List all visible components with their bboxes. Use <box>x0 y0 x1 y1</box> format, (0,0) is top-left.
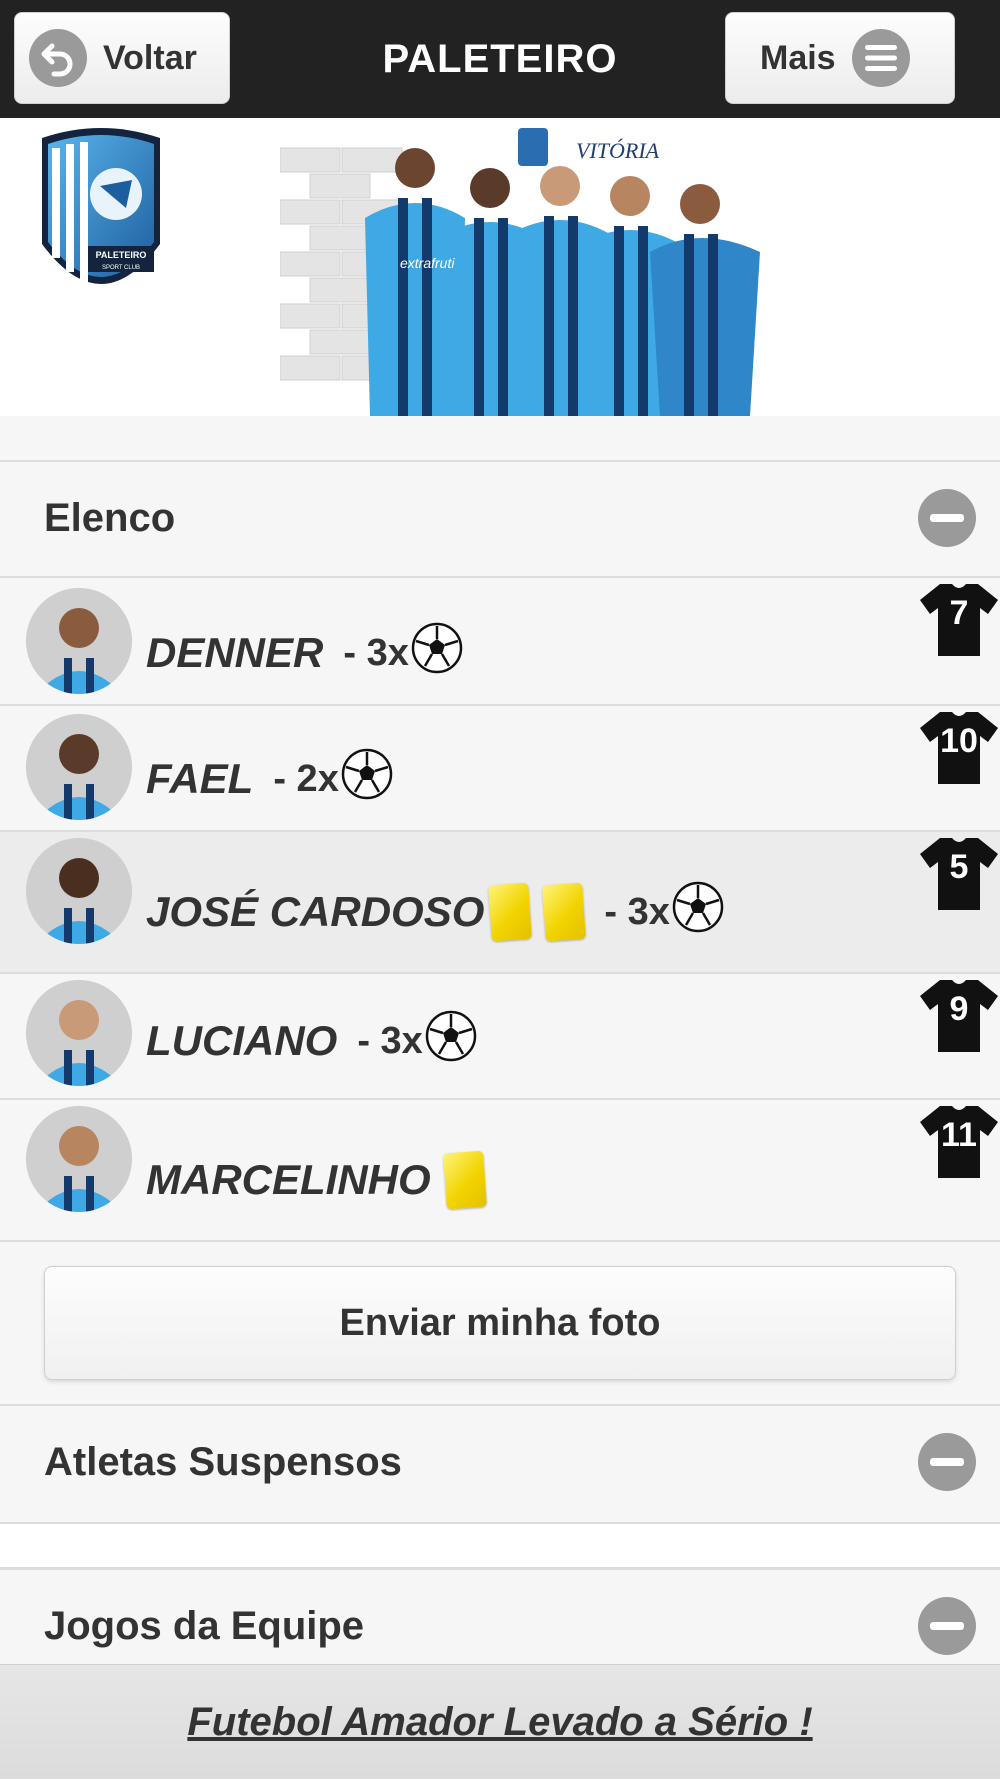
section-suspensos-title: Atletas Suspensos <box>44 1439 402 1484</box>
section-elenco-title: Elenco <box>44 495 176 540</box>
player-goals: - 3x <box>343 631 409 674</box>
menu-icon <box>851 29 910 87</box>
jersey-number: 9 <box>949 990 969 1028</box>
player-avatar <box>26 980 132 1086</box>
jersey-number: 10 <box>940 722 978 760</box>
collapse-suspensos-icon[interactable] <box>918 1433 976 1491</box>
jersey-number: 5 <box>949 848 969 886</box>
yellow-card-icon <box>542 882 587 942</box>
team-crest-logo: PALETEIRO SPORT CLUB <box>42 128 160 284</box>
jersey-number: 7 <box>949 594 969 632</box>
more-label: Mais <box>760 38 836 77</box>
yellow-card-icon <box>488 882 533 942</box>
player-goals: - 3x <box>357 1019 423 1062</box>
player-row[interactable]: JOSÉ CARDOSO - 3x 5 <box>0 830 1000 972</box>
section-elenco[interactable]: Elenco <box>0 460 1000 576</box>
svg-text:extrafruti: extrafruti <box>400 255 455 271</box>
section-suspensos[interactable]: Atletas Suspensos <box>0 1404 1000 1522</box>
jersey-number: 11 <box>941 1116 977 1154</box>
more-button[interactable]: Mais <box>725 12 955 104</box>
footer-bar: Futebol Amador Levado a Sério ! <box>0 1664 1000 1779</box>
svg-text:SPORT CLUB: SPORT CLUB <box>102 265 140 271</box>
player-avatar <box>26 838 132 944</box>
section-jogos-title: Jogos da Equipe <box>44 1603 365 1648</box>
soccer-ball-icon <box>341 748 393 810</box>
collapse-jogos-icon[interactable] <box>918 1597 976 1655</box>
collapse-elenco-icon[interactable] <box>918 489 976 547</box>
send-photo-button[interactable]: Enviar minha foto <box>44 1266 956 1380</box>
player-goals: - 3x <box>604 890 670 933</box>
player-row[interactable]: DENNER - 3x 7 <box>0 576 1000 704</box>
player-avatar <box>26 1106 132 1212</box>
player-avatar <box>26 714 132 820</box>
player-name: DENNER <box>146 629 324 676</box>
player-goals: - 2x <box>273 757 339 800</box>
player-name: LUCIANO <box>146 1017 338 1064</box>
send-photo-area: Enviar minha foto <box>0 1240 1000 1406</box>
player-avatar <box>26 588 132 694</box>
spacer <box>0 416 1000 460</box>
player-row[interactable]: FAEL - 2x 10 <box>0 704 1000 830</box>
soccer-ball-icon <box>672 881 724 943</box>
app-header: Voltar PALETEIRO Mais <box>0 0 1000 118</box>
player-name: JOSÉ CARDOSO <box>146 888 485 935</box>
team-banner: PALETEIRO SPORT CLUB VITÓRIA extrafruti <box>0 118 1000 416</box>
soccer-ball-icon <box>425 1010 477 1072</box>
svg-text:PALETEIRO: PALETEIRO <box>96 250 147 260</box>
footer-link[interactable]: Futebol Amador Levado a Sério ! <box>187 1700 812 1745</box>
svg-text:VITÓRIA: VITÓRIA <box>576 138 660 163</box>
suspensos-content <box>0 1522 1000 1570</box>
team-photo: VITÓRIA extrafruti <box>280 128 760 416</box>
player-row[interactable]: LUCIANO - 3x 9 <box>0 972 1000 1098</box>
player-name: MARCELINHO <box>146 1156 431 1203</box>
player-name: FAEL <box>146 755 254 802</box>
soccer-ball-icon <box>411 622 463 684</box>
yellow-card-icon <box>442 1150 487 1210</box>
player-row[interactable]: MARCELINHO 11 <box>0 1098 1000 1240</box>
